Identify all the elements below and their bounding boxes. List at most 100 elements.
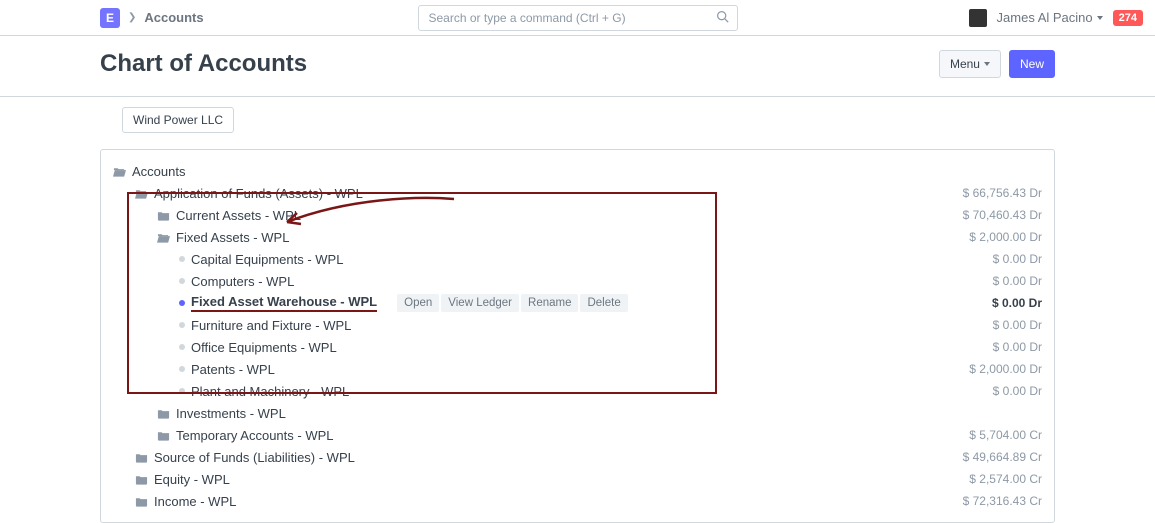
bullet-icon [179,388,185,394]
tree-label: Plant and Machinery - WPL [179,384,349,399]
bullet-icon [179,344,185,350]
tree-label: Furniture and Fixture - WPL [179,318,351,333]
company-filter-row: Wind Power LLC [100,97,1055,139]
tree-row-temp-accounts[interactable]: Temporary Accounts - WPL $ 5,704.00 Cr [113,424,1042,446]
tree-row-computers[interactable]: Computers - WPL $ 0.00 Dr [113,270,1042,292]
chevron-down-icon [984,62,990,66]
menu-button-label: Menu [950,57,980,71]
tree-row-accounts[interactable]: Accounts [113,160,1042,182]
search-input[interactable] [427,10,716,26]
delete-action[interactable]: Delete [580,294,627,312]
tree-label: Income - WPL [135,494,236,509]
breadcrumb: E ❯ Accounts [100,8,204,28]
node-label: Investments - WPL [176,406,286,421]
tree-row-plant-mach[interactable]: Plant and Machinery - WPL$ 0.00 Dr [113,380,1042,402]
balance: $ 0.00 Dr [992,296,1042,310]
node-label: Patents - WPL [191,362,275,377]
page-title: Chart of Accounts [100,50,307,78]
rename-action[interactable]: Rename [521,294,578,312]
tree-row-source-funds[interactable]: Source of Funds (Liabilities) - WPL$ 49,… [113,446,1042,468]
folder-open-icon [113,166,126,177]
folder-open-icon [135,188,148,199]
tree-row-office-equip[interactable]: Office Equipments - WPL $ 0.00 Dr [113,336,1042,358]
tree-label: Capital Equipments - WPL [179,252,343,267]
node-label: Furniture and Fixture - WPL [191,318,351,333]
node-label: Office Equipments - WPL [191,340,337,355]
balance: $ 2,000.00 Dr [969,362,1042,376]
tree-row-capital-equip[interactable]: Capital Equipments - WPL $ 0.00 Dr [113,248,1042,270]
node-label: Capital Equipments - WPL [191,252,343,267]
node-label: Fixed Asset Warehouse - WPL [191,294,377,312]
username-label: James Al Pacino [997,10,1093,25]
node-label: Fixed Assets - WPL [176,230,289,245]
tree-label: Patents - WPL [179,362,275,377]
view-ledger-action[interactable]: View Ledger [441,294,519,312]
new-button[interactable]: New [1009,50,1055,78]
search-box[interactable] [418,5,738,31]
menu-button[interactable]: Menu [939,50,1001,78]
tree-row-faw[interactable]: Fixed Asset Warehouse - WPL OpenView Ledg… [113,292,1042,314]
content: Wind Power LLC Accounts Application of Fu… [0,97,1155,523]
balance: $ 66,756.43 Dr [963,186,1042,200]
node-label: Source of Funds (Liabilities) - WPL [154,450,355,465]
company-chip[interactable]: Wind Power LLC [122,107,234,133]
app-logo-letter: E [106,11,114,25]
tree-label: Source of Funds (Liabilities) - WPL [135,450,355,465]
tree-row-fixed-assets[interactable]: Fixed Assets - WPL$ 2,000.00 Dr [113,226,1042,248]
bullet-icon [179,322,185,328]
breadcrumb-current[interactable]: Accounts [144,10,203,25]
folder-open-icon [157,232,170,243]
tree-row-investments[interactable]: Investments - WPL [113,402,1042,424]
node-label: Temporary Accounts - WPL [176,428,334,443]
app-logo[interactable]: E [100,8,120,28]
tree-label: Fixed Asset Warehouse - WPL [179,294,377,312]
page-header: Chart of Accounts Menu New [0,36,1155,97]
bullet-icon [179,278,185,284]
balance: $ 0.00 Dr [993,252,1042,266]
balance: $ 2,574.00 Cr [969,472,1042,486]
user-menu[interactable]: James Al Pacino [997,10,1103,25]
navbar: E ❯ Accounts James Al Pacino 274 [0,0,1155,36]
chevron-right-icon: ❯ [128,12,136,23]
avatar[interactable] [969,9,987,27]
balance: $ 72,316.43 Cr [963,494,1042,508]
node-label: Application of Funds (Assets) - WPL [154,186,363,201]
tree-label: Accounts [113,164,185,179]
tree-label: Computers - WPL [179,274,294,289]
page-actions: Menu New [939,50,1055,78]
balance: $ 70,460.43 Dr [963,208,1042,222]
folder-icon [135,452,148,463]
tree-row-income[interactable]: Income - WPL $ 72,316.43 Cr [113,490,1042,512]
bullet-icon [179,256,185,262]
node-label: Accounts [132,164,185,179]
open-action[interactable]: Open [397,294,439,312]
folder-icon [157,210,170,221]
balance: $ 0.00 Dr [993,274,1042,288]
node-label: Income - WPL [154,494,236,509]
bullet-icon [179,366,185,372]
tree-label: Fixed Assets - WPL [157,230,289,245]
folder-icon [135,496,148,507]
tree-label: Equity - WPL [135,472,230,487]
tree-row-current-assets[interactable]: Current Assets - WPL $ 70,460.43 Dr [113,204,1042,226]
balance: $ 5,704.00 Cr [969,428,1042,442]
tree-label: Application of Funds (Assets) - WPL [135,186,363,201]
tree-label: Temporary Accounts - WPL [157,428,334,443]
node-label: Plant and Machinery - WPL [191,384,349,399]
notification-badge[interactable]: 274 [1113,10,1143,26]
folder-icon [135,474,148,485]
tree-row-furniture[interactable]: Furniture and Fixture - WPL$ 0.00 Dr [113,314,1042,336]
node-label: Computers - WPL [191,274,294,289]
chevron-down-icon [1097,16,1103,20]
nav-right: James Al Pacino 274 [969,9,1143,27]
tree-label: Current Assets - WPL [157,208,301,223]
tree-row-app-funds[interactable]: Application of Funds (Assets) - WPL $ 66,… [113,182,1042,204]
tree-label: Office Equipments - WPL [179,340,337,355]
tree-row-equity[interactable]: Equity - WPL $ 2,574.00 Cr [113,468,1042,490]
new-button-label: New [1020,57,1044,71]
folder-icon [157,430,170,441]
balance: $ 0.00 Dr [993,340,1042,354]
search-icon [716,10,729,26]
tree-row-patents[interactable]: Patents - WPL $ 2,000.00 Dr [113,358,1042,380]
node-label: Current Assets - WPL [176,208,301,223]
